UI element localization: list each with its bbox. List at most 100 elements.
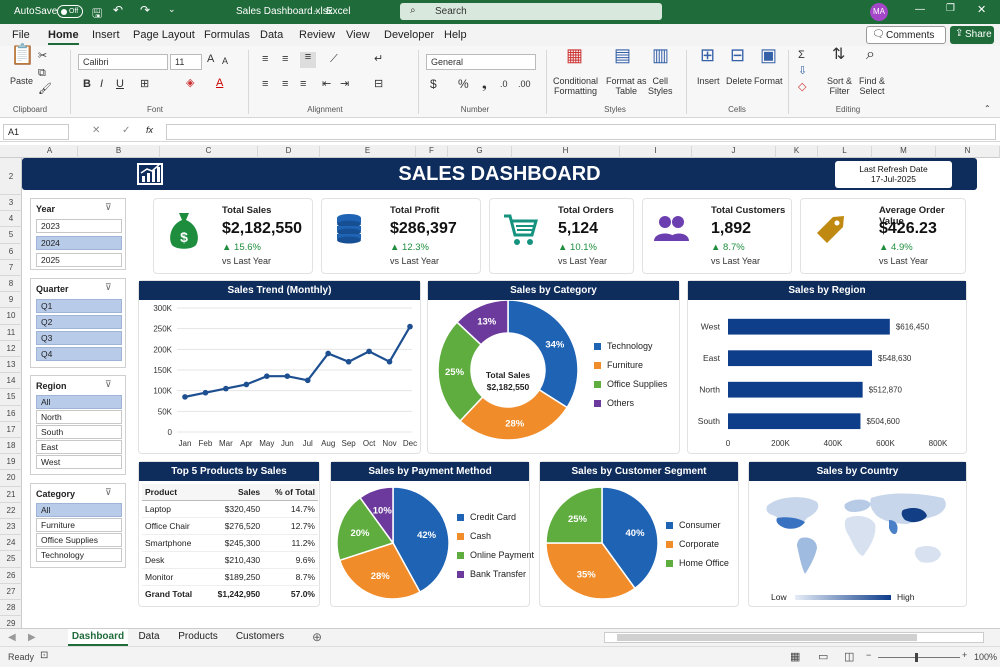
- row-header[interactable]: 27: [0, 584, 22, 600]
- sort-filter-icon[interactable]: ⇅: [832, 47, 845, 63]
- delete-cells-button[interactable]: Delete: [726, 76, 752, 86]
- format-painter-icon[interactable]: 🖌: [38, 84, 52, 95]
- currency-icon[interactable]: $: [430, 78, 437, 90]
- search-box[interactable]: ⌕ Search: [400, 3, 662, 20]
- row-header[interactable]: 3: [0, 195, 22, 212]
- slicer-item-q2[interactable]: Q2: [36, 315, 122, 329]
- row-header[interactable]: 24: [0, 535, 22, 552]
- row-header[interactable]: 23: [0, 519, 22, 536]
- slicer-item-office-supplies[interactable]: Office Supplies: [36, 533, 122, 547]
- tab-page-layout[interactable]: Page Layout: [133, 29, 195, 41]
- tab-insert[interactable]: Insert: [92, 29, 120, 41]
- cell-styles-button[interactable]: Cell Styles: [648, 76, 673, 96]
- row-header[interactable]: 2: [0, 158, 22, 195]
- column-header[interactable]: C: [160, 146, 258, 158]
- column-header[interactable]: B: [78, 146, 160, 158]
- sheet-tab-products[interactable]: Products: [170, 631, 226, 642]
- align-center-icon[interactable]: ≡: [282, 79, 288, 90]
- align-bottom-icon[interactable]: ≡: [300, 52, 316, 68]
- column-header[interactable]: J: [692, 146, 776, 158]
- row-header[interactable]: 9: [0, 292, 22, 309]
- insert-cells-icon[interactable]: ⊞: [700, 46, 715, 64]
- decrease-font-icon[interactable]: A: [222, 56, 228, 66]
- font-size-select[interactable]: 11: [170, 54, 202, 70]
- align-middle-icon[interactable]: ≡: [282, 54, 288, 65]
- row-header[interactable]: 26: [0, 568, 22, 584]
- column-header[interactable]: E: [320, 146, 416, 158]
- scrollbar-thumb[interactable]: [617, 634, 917, 641]
- column-header[interactable]: I: [620, 146, 692, 158]
- font-name-select[interactable]: Calibri: [78, 54, 168, 70]
- undo-icon[interactable]: ↶: [113, 3, 123, 17]
- slicer-item-q3[interactable]: Q3: [36, 331, 122, 345]
- scroll-right-icon[interactable]: ▶: [28, 632, 36, 643]
- align-left-icon[interactable]: ≡: [262, 79, 268, 90]
- user-avatar[interactable]: MA: [870, 3, 888, 21]
- cut-icon[interactable]: ✂: [38, 51, 47, 62]
- merge-center-icon[interactable]: ⊟: [374, 79, 383, 90]
- add-sheet-icon[interactable]: ⊕: [312, 630, 322, 644]
- format-as-table-button[interactable]: Format as Table: [606, 76, 647, 96]
- slicer-item-south[interactable]: South: [36, 425, 122, 439]
- tab-data[interactable]: Data: [260, 29, 283, 41]
- save-icon[interactable]: 🖫: [92, 4, 102, 25]
- number-format-select[interactable]: General: [426, 54, 536, 70]
- autosave-toggle[interactable]: Off: [57, 5, 83, 18]
- decrease-indent-icon[interactable]: ⇤: [322, 79, 331, 90]
- row-header[interactable]: 28: [0, 600, 22, 617]
- tab-formulas[interactable]: Formulas: [204, 29, 250, 41]
- align-top-icon[interactable]: ≡: [262, 54, 268, 65]
- cell-styles-icon[interactable]: ▥: [652, 46, 669, 64]
- normal-view-icon[interactable]: ▦: [790, 650, 800, 663]
- row-header[interactable]: 4: [0, 211, 22, 228]
- sheet-tab-dashboard[interactable]: Dashboard: [68, 629, 128, 646]
- clear-filter-icon[interactable]: ⊽: [105, 202, 112, 213]
- comments-button[interactable]: 🗨 Comments: [866, 26, 946, 44]
- delete-cells-icon[interactable]: ⊟: [730, 46, 745, 64]
- tab-help[interactable]: Help: [444, 29, 467, 41]
- close-icon[interactable]: ✕: [977, 3, 986, 16]
- redo-icon[interactable]: ↷: [140, 3, 150, 17]
- slicer-item-q4[interactable]: Q4: [36, 347, 122, 361]
- autosum-icon[interactable]: Σ: [798, 50, 805, 61]
- minimize-icon[interactable]: —: [915, 4, 925, 15]
- row-header[interactable]: 22: [0, 503, 22, 519]
- format-cells-button[interactable]: Format: [754, 76, 783, 86]
- column-header[interactable]: K: [776, 146, 818, 158]
- slicer-item-technology[interactable]: Technology: [36, 548, 122, 562]
- row-header[interactable]: 20: [0, 470, 22, 487]
- column-header[interactable]: F: [416, 146, 448, 158]
- slicer-item-2025[interactable]: 2025: [36, 253, 122, 267]
- insert-function-icon[interactable]: fx: [146, 125, 153, 135]
- clipboard-icon[interactable]: 📋: [10, 45, 35, 65]
- find-select-button[interactable]: Find & Select: [859, 76, 885, 96]
- slicer-item-2024[interactable]: 2024: [36, 236, 122, 250]
- column-header[interactable]: A: [22, 146, 78, 158]
- tab-review[interactable]: Review: [299, 29, 335, 41]
- tab-developer[interactable]: Developer: [384, 29, 434, 41]
- clear-filter-icon[interactable]: ⊽: [105, 282, 112, 293]
- page-break-view-icon[interactable]: ◫: [844, 650, 854, 663]
- underline-icon[interactable]: U: [116, 79, 124, 90]
- tab-home[interactable]: Home: [48, 29, 79, 45]
- borders-icon[interactable]: ⊞: [140, 79, 149, 90]
- slicer-item-all[interactable]: All: [36, 395, 122, 409]
- italic-icon[interactable]: I: [100, 79, 103, 90]
- wrap-text-icon[interactable]: ↵: [374, 54, 383, 65]
- zoom-slider[interactable]: [878, 653, 960, 662]
- row-header[interactable]: 21: [0, 487, 22, 503]
- clear-filter-icon[interactable]: ⊽: [105, 487, 112, 498]
- accessibility-icon[interactable]: ⊡: [40, 650, 48, 661]
- row-header[interactable]: 15: [0, 389, 22, 406]
- customize-toolbar-icon[interactable]: ⌄: [168, 4, 176, 15]
- tab-view[interactable]: View: [346, 29, 370, 41]
- name-box[interactable]: A1: [3, 124, 69, 140]
- row-header[interactable]: 6: [0, 244, 22, 260]
- increase-indent-icon[interactable]: ⇥: [340, 79, 349, 90]
- row-header[interactable]: 19: [0, 454, 22, 471]
- slicer-item-furniture[interactable]: Furniture: [36, 518, 122, 532]
- column-header[interactable]: N: [936, 146, 1000, 158]
- page-layout-view-icon[interactable]: ▭: [818, 650, 828, 663]
- clear-filter-icon[interactable]: ⊽: [105, 379, 112, 390]
- column-header[interactable]: H: [512, 146, 620, 158]
